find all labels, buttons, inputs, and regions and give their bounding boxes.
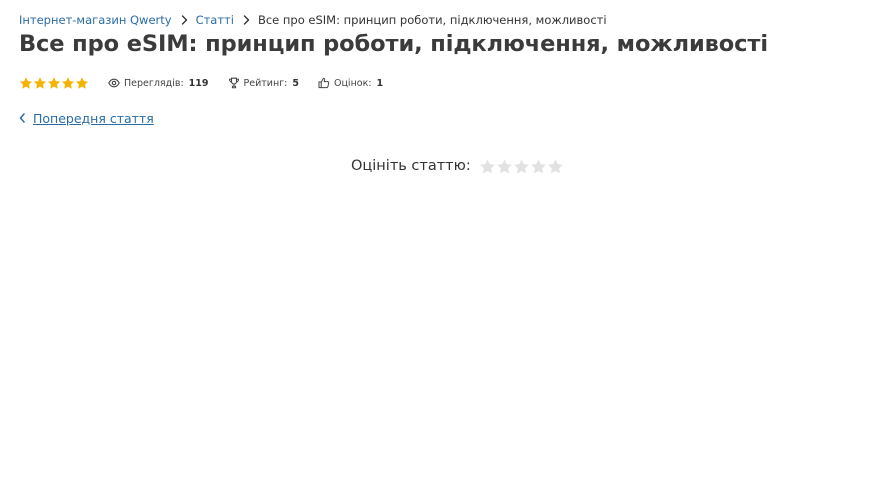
breadcrumb-articles-link[interactable]: Статті — [196, 13, 234, 27]
trophy-icon — [228, 77, 240, 89]
previous-article-link[interactable]: Попередня стаття — [33, 111, 154, 126]
rating-value-item: Рейтинг: 5 — [228, 77, 299, 89]
breadcrumb-home-link[interactable]: Інтернет-магазин Qwerty — [19, 13, 172, 27]
star-icon — [47, 77, 61, 89]
views-label: Переглядів: — [124, 77, 184, 89]
star-icon — [33, 77, 47, 89]
rate-article-widget: Оцініть статтю: — [351, 156, 564, 176]
star-icon — [75, 77, 89, 89]
breadcrumb: Інтернет-магазин Qwerty Статті Все про e… — [19, 12, 607, 28]
breadcrumb-current: Все про eSIM: принцип роботи, підключенн… — [257, 13, 607, 27]
rating-label: Рейтинг: — [243, 77, 288, 89]
chevron-left-icon[interactable] — [19, 113, 26, 123]
star-icon[interactable] — [479, 158, 496, 175]
previous-article-nav: Попередня стаття — [19, 110, 154, 126]
star-icon[interactable] — [496, 158, 513, 175]
page: Інтернет-магазин Qwerty Статті Все про e… — [0, 0, 870, 486]
chevron-right-icon — [243, 15, 250, 25]
eye-icon — [108, 78, 120, 88]
star-icon — [61, 77, 75, 89]
star-icon[interactable] — [530, 158, 547, 175]
rate-article-label: Оцініть статтю: — [351, 158, 471, 174]
votes-value: 1 — [376, 77, 384, 89]
chevron-right-icon — [181, 15, 188, 25]
votes-label: Оцінок: — [333, 77, 372, 89]
rate-stars-input — [479, 158, 564, 175]
rating-value: 5 — [292, 77, 299, 89]
thumbs-up-icon — [318, 77, 330, 89]
star-icon[interactable] — [513, 158, 530, 175]
votes-count: Оцінок: 1 — [318, 77, 383, 89]
page-title: Все про eSIM: принцип роботи, підключенн… — [19, 31, 768, 57]
views-count: Переглядів: 119 — [108, 78, 209, 89]
star-rating-display — [19, 76, 89, 90]
views-value: 119 — [188, 77, 209, 89]
article-meta: Переглядів: 119 Рейтинг: 5 Оцінок: 1 — [19, 75, 402, 91]
star-icon — [19, 77, 33, 89]
star-icon[interactable] — [547, 158, 564, 175]
